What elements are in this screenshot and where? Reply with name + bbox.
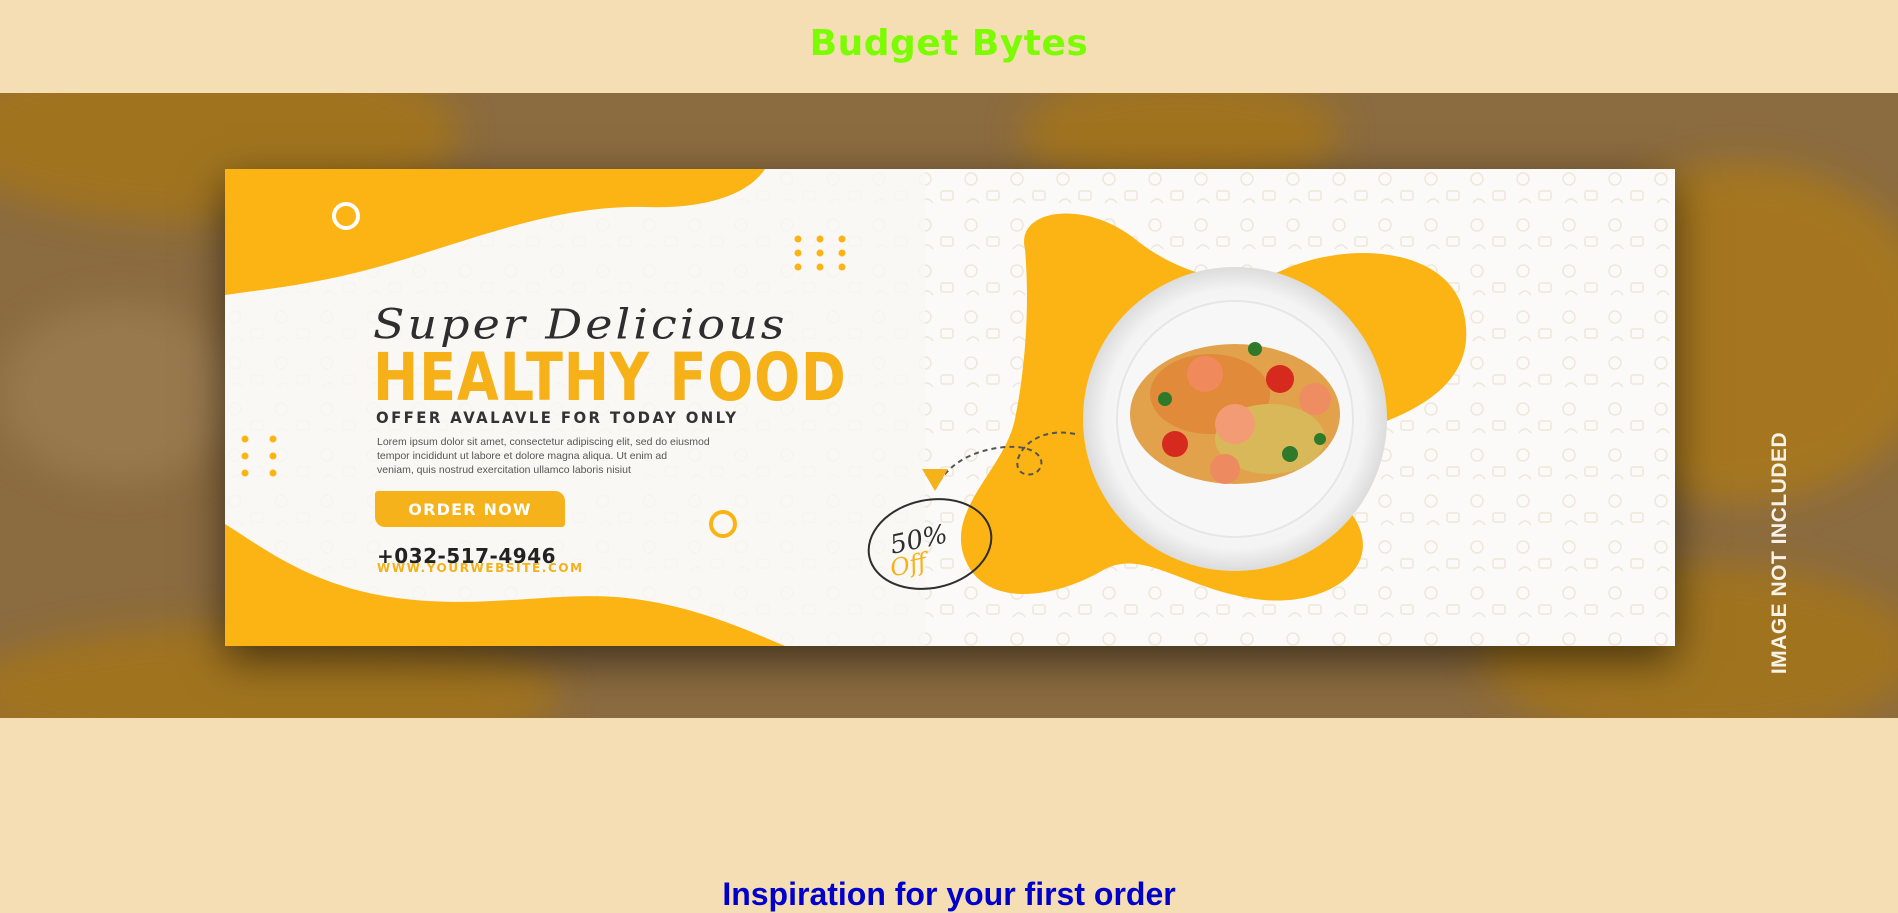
banner-body-line: veniam, quis nostrud exercitation ullamc…: [377, 464, 631, 476]
section-heading: Inspiration for your first order: [722, 876, 1176, 912]
banner-headline: HEALTHY FOOD: [373, 339, 847, 416]
order-now-button[interactable]: ORDER NOW: [375, 491, 565, 527]
site-header: Budget Bytes: [0, 0, 1898, 93]
image-watermark: IMAGE NOT INCLUDED: [1765, 432, 1795, 674]
banner-body-line: tempor incididunt ut labore et dolore ma…: [377, 450, 668, 462]
banner-body-line: Lorem ipsum dolor sit amet, consectetur …: [377, 436, 710, 448]
hero-banner: Super Delicious HEALTHY FOOD OFFER AVALA…: [0, 93, 1898, 718]
banner-body-text: Lorem ipsum dolor sit amet, consectetur …: [377, 435, 897, 477]
banner-subhead: OFFER AVALAVLE FOR TODAY ONLY: [376, 408, 739, 427]
watermark-text: IMAGE NOT INCLUDED: [1768, 431, 1792, 675]
banner-website: WWW.YOURWEBSITE.COM: [377, 561, 584, 575]
promo-banner: Super Delicious HEALTHY FOOD OFFER AVALA…: [225, 169, 1675, 646]
site-title: Budget Bytes: [809, 23, 1089, 64]
